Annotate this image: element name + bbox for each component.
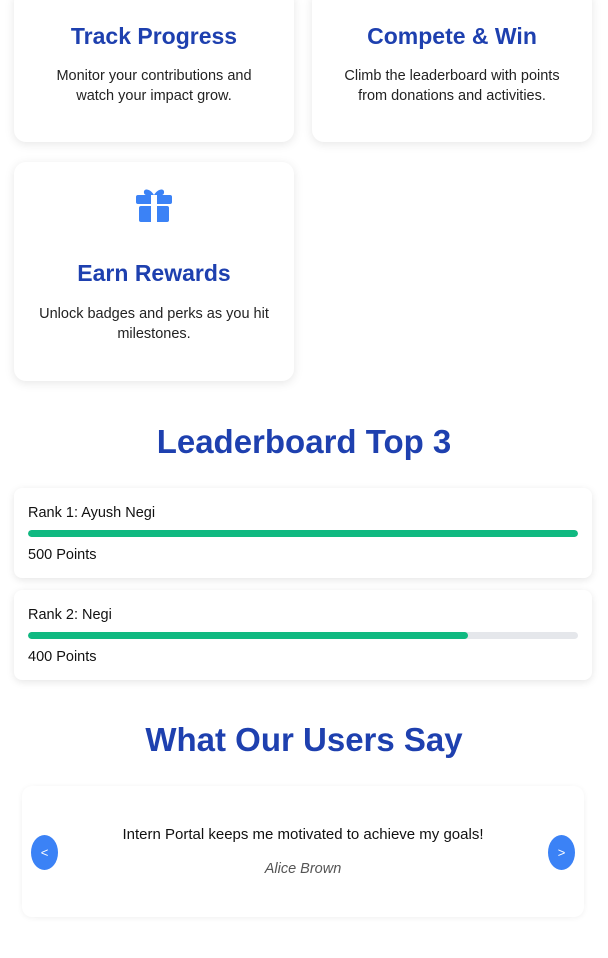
leaderboard-entry: Rank 1: Ayush Negi 500 Points <box>14 488 592 578</box>
carousel-prev-button[interactable]: < <box>31 835 58 870</box>
progress-fill <box>28 632 468 639</box>
feature-description: Climb the leaderboard with points from d… <box>344 68 560 104</box>
progress-fill <box>28 530 578 537</box>
leaderboard-rank-label: Rank 1: Ayush Negi <box>28 505 156 521</box>
feature-title: Earn Rewards <box>77 260 231 286</box>
feature-description: Unlock badges and perks as you hit miles… <box>39 306 269 342</box>
feature-card-compete-win: Compete & Win Climb the leaderboard with… <box>312 0 592 142</box>
feature-description: Monitor your contributions and watch you… <box>56 68 252 104</box>
feature-title: Track Progress <box>70 23 238 49</box>
leaderboard-entry: Rank 2: Negi 400 Points <box>14 590 592 680</box>
carousel-next-button[interactable]: > <box>548 835 575 870</box>
progress-track <box>28 530 578 537</box>
testimonials-title: What Our Users Say <box>145 721 463 758</box>
leaderboard-points: 400 Points <box>28 649 97 665</box>
leaderboard-points: 500 Points <box>28 547 97 563</box>
progress-track <box>28 632 578 639</box>
feature-card-earn-rewards: Earn Rewards Unlock badges and perks as … <box>14 162 294 381</box>
testimonial-carousel: < Intern Portal keeps me motivated to ac… <box>22 786 584 917</box>
testimonial-quote: Intern Portal keeps me motivated to achi… <box>122 826 484 843</box>
leaderboard-title: Leaderboard Top 3 <box>156 423 452 460</box>
gift-icon <box>14 184 294 224</box>
feature-title: Compete & Win <box>367 23 537 49</box>
leaderboard-rank-label: Rank 2: Negi <box>28 607 112 623</box>
feature-card-track-progress: Track Progress Monitor your contribution… <box>14 0 294 142</box>
testimonial-author: Alice Brown <box>264 861 342 877</box>
